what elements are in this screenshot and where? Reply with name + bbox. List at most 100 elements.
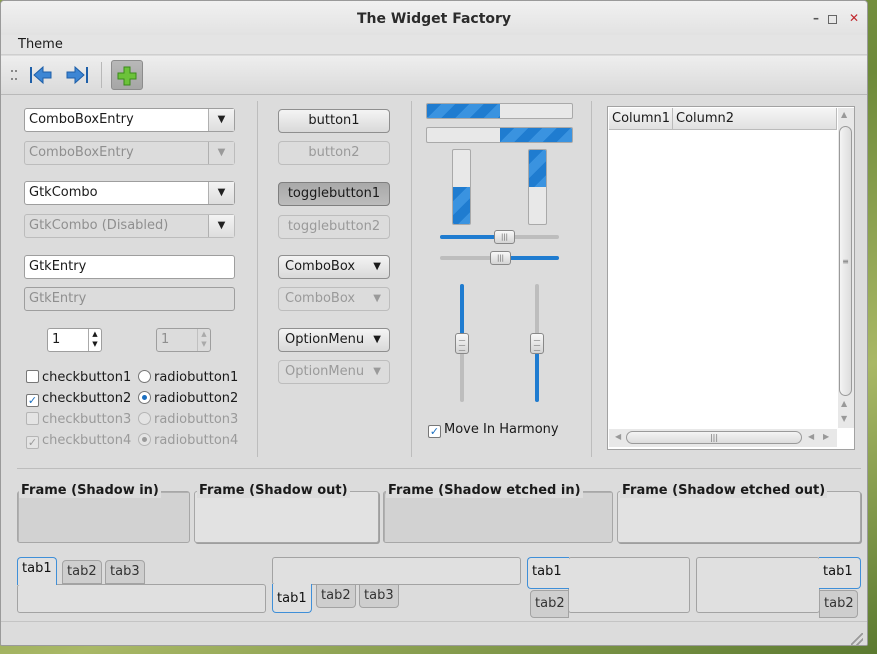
- gtkcombo-text: GtkCombo: [29, 185, 98, 200]
- notebook-top-page: [17, 584, 266, 613]
- scroll-up-icon[interactable]: ▲: [841, 399, 847, 408]
- gtkcombo-disabled-text: GtkCombo (Disabled): [29, 218, 169, 233]
- comboboxentry-disabled: ComboBoxEntry ▼: [24, 141, 235, 165]
- column-separator: [591, 101, 592, 457]
- radiobutton3: radiobutton3: [138, 412, 238, 427]
- radiobutton4-label: radiobutton4: [154, 433, 239, 448]
- frame-shadow-etched-out: [617, 491, 861, 543]
- comboboxentry-text: ComboBoxEntry: [29, 112, 134, 127]
- main-window: The Widget Factory – ✕ Theme ComboBoxEnt…: [0, 0, 868, 646]
- vscale-1-slider[interactable]: — — —: [455, 333, 469, 354]
- frame-shadow-out: [194, 491, 379, 543]
- go-first-icon: [30, 65, 52, 85]
- chevron-down-icon[interactable]: ▼: [208, 109, 234, 131]
- go-first-button[interactable]: [25, 60, 57, 90]
- menu-bar: Theme: [1, 35, 867, 55]
- notebook-left-tab1[interactable]: tab1: [527, 557, 569, 589]
- gtkcombo[interactable]: GtkCombo ▼: [24, 181, 235, 205]
- column2-header[interactable]: Column2: [673, 108, 837, 130]
- button1[interactable]: button1: [278, 109, 390, 133]
- hscale-1-slider[interactable]: |||: [494, 230, 515, 244]
- close-icon[interactable]: ✕: [848, 12, 860, 25]
- resize-grip-icon[interactable]: [851, 633, 863, 645]
- progress-fill: [453, 187, 470, 224]
- spin-disabled-value: 1: [161, 332, 170, 347]
- notebook-left-tab2[interactable]: tab2: [530, 590, 569, 618]
- frame-shadow-etched-in: [383, 491, 613, 543]
- add-icon: [117, 66, 137, 86]
- togglebutton1[interactable]: togglebutton1: [278, 182, 390, 206]
- maximize-icon[interactable]: [828, 15, 837, 24]
- horizontal-scroll-thumb[interactable]: |||: [626, 431, 802, 444]
- checkbox-icon: [26, 412, 39, 425]
- add-button[interactable]: [111, 60, 143, 90]
- combobox-text: ComboBox: [285, 259, 356, 274]
- radiobutton3-label: radiobutton3: [154, 412, 239, 427]
- scroll-down-icon[interactable]: ▼: [841, 414, 847, 423]
- go-last-button[interactable]: [61, 60, 93, 90]
- notebook-bottom-tab3[interactable]: tab3: [359, 584, 399, 608]
- checkbox-icon: [26, 370, 39, 383]
- vertical-scrollbar[interactable]: ▲ ≡ ▲ ▼: [838, 108, 854, 428]
- scroll-up-icon[interactable]: ▲: [841, 110, 847, 119]
- chevron-down-icon[interactable]: ▼: [208, 215, 234, 237]
- checkbutton4-label: checkbutton4: [42, 433, 132, 448]
- spin-button-disabled: 1 ▲ ▼: [156, 328, 211, 352]
- frame-shadow-etched-out-label: Frame (Shadow etched out): [620, 483, 828, 498]
- radiobutton1-label: radiobutton1: [154, 370, 239, 385]
- chevron-down-icon: ▼: [373, 334, 381, 345]
- checkbutton1-label: checkbutton1: [42, 370, 132, 385]
- go-last-icon: [66, 65, 88, 85]
- column1-header[interactable]: Column1: [609, 108, 673, 130]
- notebook-top-tab1[interactable]: tab1: [17, 557, 57, 585]
- scroll-left-icon[interactable]: ◀: [808, 432, 814, 441]
- checkbutton2[interactable]: ✓ checkbutton2: [26, 391, 131, 407]
- checkbutton3: checkbutton3: [26, 412, 131, 427]
- menu-theme[interactable]: Theme: [18, 37, 63, 52]
- gtkcombo-disabled[interactable]: GtkCombo (Disabled) ▼: [24, 214, 235, 238]
- vertical-scroll-thumb[interactable]: ≡: [839, 126, 852, 396]
- radiobutton1[interactable]: radiobutton1: [138, 370, 238, 385]
- progressbar-h2: [426, 127, 573, 143]
- checkbutton1[interactable]: checkbutton1: [26, 370, 131, 385]
- radio-icon: [138, 412, 151, 425]
- scroll-right-icon[interactable]: ▶: [823, 432, 829, 441]
- checkbox-checked-icon: ✓: [26, 436, 39, 449]
- status-bar: [1, 621, 867, 645]
- chevron-down-icon[interactable]: ▼: [208, 182, 234, 204]
- radiobutton2[interactable]: radiobutton2: [138, 391, 238, 406]
- radio-selected-icon: [138, 391, 151, 404]
- gtkentry[interactable]: GtkEntry: [24, 255, 235, 279]
- spin-button[interactable]: 1 ▲ ▼: [47, 328, 102, 352]
- notebook-bottom-tab2[interactable]: tab2: [316, 584, 356, 608]
- notebook-bottom-tab1[interactable]: tab1: [272, 584, 312, 613]
- chevron-down-icon: ▼: [373, 361, 381, 383]
- minimize-icon[interactable]: –: [810, 12, 822, 25]
- scroll-left-icon[interactable]: ◀: [615, 432, 621, 441]
- tree-view[interactable]: Column1 Column2 ▲ ≡ ▲ ▼ ◀ ||| ◀ ▶: [607, 106, 855, 450]
- notebook-right-tab1[interactable]: tab1: [819, 557, 861, 589]
- combobox[interactable]: ComboBox ▼: [278, 255, 390, 279]
- vscale-2-slider[interactable]: — — —: [530, 333, 544, 354]
- horizontal-scrollbar[interactable]: ◀ ||| ◀ ▶: [609, 429, 837, 447]
- optionmenu-disabled-text: OptionMenu: [285, 364, 365, 379]
- notebook-top-tab3[interactable]: tab3: [105, 560, 145, 584]
- toolbar-grip-icon[interactable]: [11, 70, 17, 80]
- hscale-2-slider[interactable]: |||: [490, 251, 511, 265]
- button2: button2: [278, 141, 390, 165]
- progress-fill: [529, 150, 546, 187]
- notebook-right-tab2[interactable]: tab2: [819, 590, 858, 618]
- toolbar: [1, 56, 867, 95]
- notebook-top-tab2[interactable]: tab2: [62, 560, 102, 584]
- spin-arrows-icon: ▲ ▼: [197, 329, 210, 351]
- notebook-left-page: [568, 557, 690, 613]
- chevron-down-icon: ▼: [373, 288, 381, 310]
- move-in-harmony-check[interactable]: ✓ Move In Harmony: [428, 422, 559, 438]
- frame-shadow-in: [17, 491, 190, 543]
- checkbutton3-label: checkbutton3: [42, 412, 132, 427]
- column-separator: [411, 101, 412, 457]
- spin-arrows-icon[interactable]: ▲ ▼: [88, 329, 101, 351]
- frame-shadow-etched-in-label: Frame (Shadow etched in): [386, 483, 583, 498]
- comboboxentry[interactable]: ComboBoxEntry ▼: [24, 108, 235, 132]
- optionmenu[interactable]: OptionMenu ▼: [278, 328, 390, 352]
